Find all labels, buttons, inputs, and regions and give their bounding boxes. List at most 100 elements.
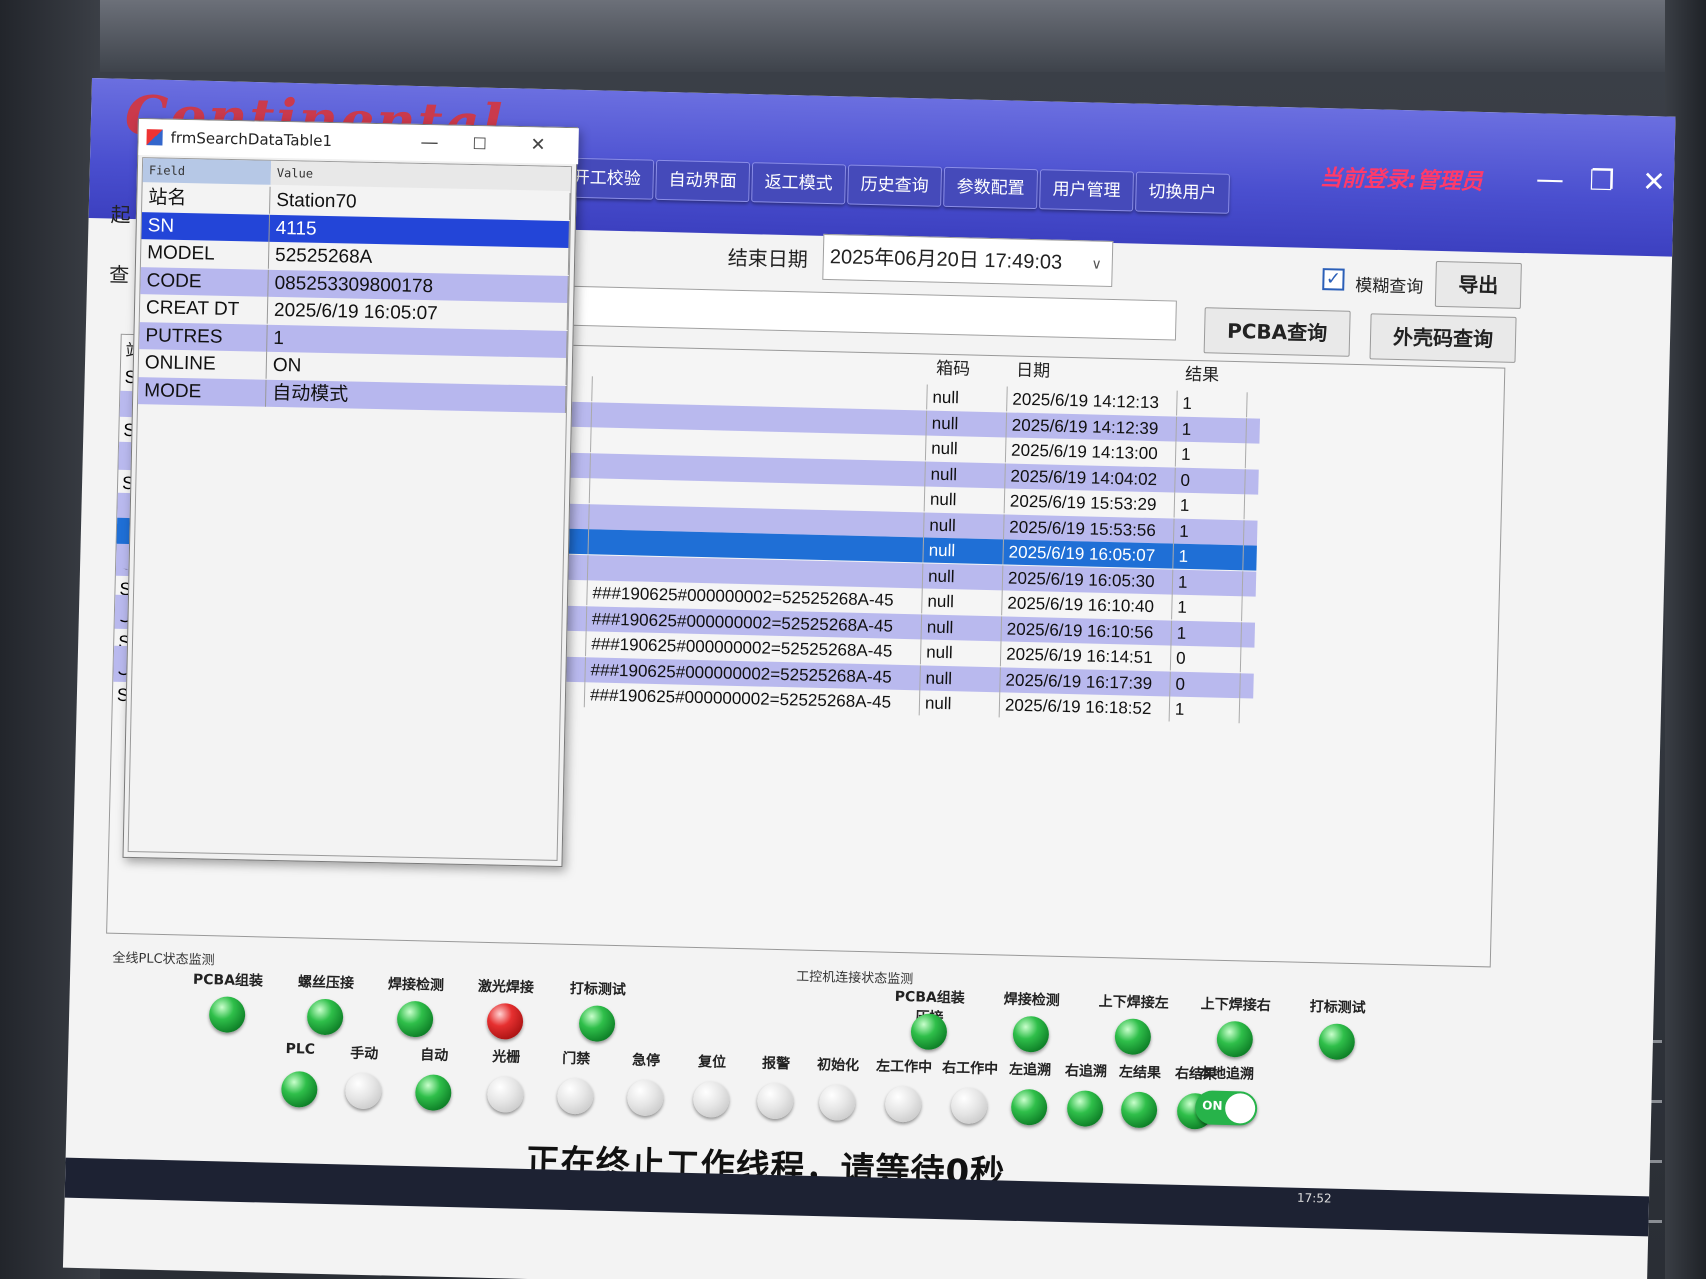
toggle-state: ON xyxy=(1202,1098,1223,1113)
status-led-icon xyxy=(578,1005,616,1043)
status-led-icon xyxy=(306,998,344,1036)
status-led-icon xyxy=(208,996,246,1034)
column-header-value[interactable]: Value xyxy=(270,160,572,192)
cell-result: 1 xyxy=(1169,696,1241,724)
cell-date: 2025/6/19 16:17:39 xyxy=(1000,666,1171,697)
indicator-label: 打标测试 xyxy=(1309,999,1366,1017)
nav-button[interactable]: 参数配置 xyxy=(943,166,1039,210)
close-icon[interactable]: ✕ xyxy=(530,127,546,163)
indicator-label: 手动 xyxy=(350,1045,379,1063)
status-led-icon xyxy=(692,1080,730,1118)
status-led-icon xyxy=(884,1085,922,1123)
cell-box: null xyxy=(924,511,1005,539)
cell-date: 2025/6/19 14:13:00 xyxy=(1005,437,1177,467)
cell-date: 2025/6/19 16:05:07 xyxy=(1003,539,1174,569)
pcba-query-button[interactable]: PCBA查询 xyxy=(1203,307,1351,357)
field-name: MODE xyxy=(138,376,267,407)
cell-box: null xyxy=(924,486,1006,514)
status-led-icon xyxy=(756,1082,794,1120)
cell-result: 1 xyxy=(1174,492,1246,520)
column-header-date[interactable]: 日期 xyxy=(1016,357,1051,386)
cell-box: null xyxy=(925,460,1006,488)
status-led-icon xyxy=(486,1002,524,1040)
indicator-label: 光栅 xyxy=(492,1049,521,1066)
cell-date: 2025/6/19 14:04:02 xyxy=(1005,462,1176,493)
status-led-icon xyxy=(556,1077,594,1115)
field-name: SN xyxy=(141,211,271,242)
field-name: PUTRES xyxy=(139,321,268,352)
cell-box: null xyxy=(920,639,1002,667)
status-led-icon xyxy=(1012,1015,1050,1053)
status-led-icon xyxy=(950,1087,988,1125)
end-date-label: 结束日期 xyxy=(727,245,809,272)
end-date-picker[interactable]: 2025年06月20日 17:49:03 ∨ xyxy=(822,233,1114,287)
cell-box: null xyxy=(922,588,1003,616)
indicator-label: PCBA组装 xyxy=(192,971,264,990)
status-led-icon xyxy=(1066,1090,1104,1128)
cell-date: 2025/6/19 16:18:52 xyxy=(999,692,1171,722)
cell-box: null xyxy=(926,410,1008,437)
indicator-label: 螺丝压接 xyxy=(297,974,355,992)
column-header-box[interactable]: 箱码 xyxy=(936,355,971,384)
cell-date: 2025/6/19 14:12:13 xyxy=(1007,386,1178,416)
status-led-icon xyxy=(1318,1023,1356,1061)
indicator-label: 打标测试 xyxy=(569,980,627,999)
field-value-grid: Field Value 站名 Station70 SN 4115 MODEL 525252… xyxy=(127,157,573,861)
cell-result: 0 xyxy=(1175,467,1246,494)
minimize-icon[interactable]: — xyxy=(420,125,439,161)
taskbar-clock: 17:52 xyxy=(1296,1190,1332,1206)
monitor-photo: Continental 当前登录:管理员 — ❐ ✕ 开工校验 自动界面 返工模式历… xyxy=(0,0,1706,1279)
toggle-knob xyxy=(1224,1092,1256,1124)
nav-button[interactable]: 返工模式 xyxy=(751,162,847,205)
cell-date: 2025/6/19 16:05:30 xyxy=(1002,564,1174,595)
indicator-label: 门禁 xyxy=(561,1050,591,1068)
status-led-icon xyxy=(626,1079,664,1117)
shell-code-query-button[interactable]: 外壳码查询 xyxy=(1369,313,1517,363)
nav-button[interactable]: 历史查询 xyxy=(847,164,943,207)
status-led-icon xyxy=(280,1070,318,1108)
cell-result: 1 xyxy=(1172,594,1243,622)
column-header-field[interactable]: Field xyxy=(142,158,272,185)
cell-date: 2025/6/19 15:53:29 xyxy=(1004,488,1176,518)
search-input[interactable] xyxy=(556,285,1177,341)
status-led-icon xyxy=(818,1084,856,1121)
login-status: 当前登录:管理员 xyxy=(1319,166,1483,196)
chevron-down-icon[interactable]: ∨ xyxy=(1091,241,1102,285)
status-led-icon xyxy=(396,1000,434,1038)
cell-box: null xyxy=(923,537,1004,565)
search-detail-dialog: frmSearchDataTable1 — ☐ ✕ Field Value 站名… xyxy=(122,118,579,868)
indicator-label: 焊接检测 xyxy=(1003,991,1060,1009)
column-header-result[interactable]: 结果 xyxy=(1185,361,1220,390)
nav-button[interactable]: 用户管理 xyxy=(1039,169,1135,212)
cell-result: 1 xyxy=(1176,416,1248,443)
indicator-label: 激光焊接 xyxy=(477,978,535,997)
minimize-icon[interactable]: — xyxy=(1530,161,1571,198)
cell-result: 1 xyxy=(1172,569,1244,596)
status-led-icon xyxy=(1114,1018,1152,1056)
local-trace-toggle[interactable]: ON xyxy=(1194,1090,1258,1126)
maximize-icon[interactable]: ❐ xyxy=(1582,162,1623,199)
status-led-icon xyxy=(1120,1091,1158,1129)
cell-result: 0 xyxy=(1170,645,1242,673)
close-icon[interactable]: ✕ xyxy=(1633,164,1674,201)
cell-box: null xyxy=(920,664,1001,692)
query-label: 查 xyxy=(108,262,130,287)
fuzzy-query-checkbox[interactable]: ✓ xyxy=(1322,268,1345,291)
status-led-icon xyxy=(1216,1020,1254,1058)
cell-result: 1 xyxy=(1177,390,1248,418)
field-name: CREAT DT xyxy=(139,294,269,324)
cell-date: 2025/6/19 16:10:56 xyxy=(1001,615,1173,646)
indicator-label: 上下焊接左 xyxy=(1098,993,1169,1012)
field-name: CODE xyxy=(140,266,269,297)
dialog-title: frmSearchDataTable1 xyxy=(170,128,333,151)
start-date-label: 起 xyxy=(110,202,131,227)
maximize-icon[interactable]: ☐ xyxy=(472,126,487,162)
status-led-icon xyxy=(486,1075,524,1113)
export-button[interactable]: 导出 xyxy=(1434,260,1522,309)
status-led-icon xyxy=(414,1074,452,1112)
cell-date: 2025/6/19 16:10:40 xyxy=(1002,590,1173,620)
nav-button[interactable]: 自动界面 xyxy=(655,159,751,203)
nav-button[interactable]: 切换用户 xyxy=(1135,171,1230,214)
fuzzy-query-label: 模糊查询 xyxy=(1355,275,1424,298)
cell-box: null xyxy=(921,613,1003,641)
